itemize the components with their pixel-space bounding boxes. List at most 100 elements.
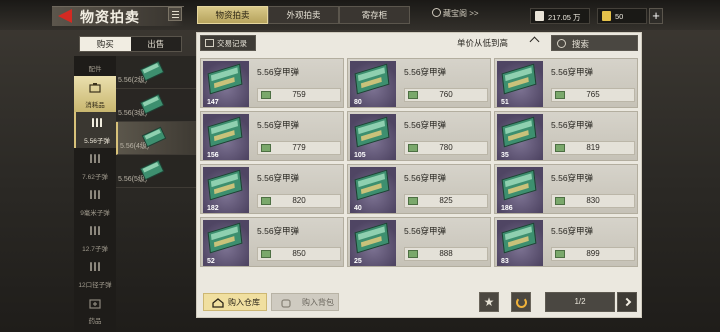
vault-icon	[432, 8, 441, 17]
bullets-icon	[91, 118, 103, 129]
buy-to-warehouse-button[interactable]: 购入仓库	[203, 293, 267, 311]
buy-to-backpack-button[interactable]: 购入背包	[271, 293, 339, 311]
grade-item[interactable]: 5.56(2级)	[116, 56, 196, 89]
item-name: 5.56穿甲弹	[404, 173, 447, 183]
price-box: 830	[551, 194, 635, 208]
item-card[interactable]: 80 5.56穿甲弹 760	[347, 58, 491, 108]
favorite-star-button[interactable]: ★	[479, 292, 499, 312]
item-name: 5.56穿甲弹	[257, 226, 300, 236]
category-list: 配件 消耗品 5.56子弹 7.62子弹 9毫米子弹 12.7子弹 12口径子弹…	[74, 56, 116, 332]
item-name: 5.56穿甲弹	[257, 120, 300, 130]
add-currency-button[interactable]: +	[649, 8, 663, 24]
item-thumbnail: 182	[203, 167, 249, 213]
price-box: 765	[551, 88, 635, 102]
item-card[interactable]: 51 5.56穿甲弹 765	[494, 58, 638, 108]
category-9mm-ammo[interactable]: 9毫米子弹	[74, 184, 116, 220]
item-card[interactable]: 40 5.56穿甲弹 825	[347, 164, 491, 214]
item-quantity: 25	[354, 258, 362, 265]
item-card[interactable]: 52 5.56穿甲弹 850	[200, 217, 344, 267]
item-price: 850	[292, 249, 306, 258]
warehouse-icon	[212, 298, 224, 308]
backpack-icon	[280, 298, 291, 308]
item-thumbnail: 105	[350, 114, 396, 160]
item-quantity: 35	[501, 152, 509, 159]
item-name: 5.56穿甲弹	[551, 120, 594, 130]
item-card[interactable]: 35 5.56穿甲弹 819	[494, 111, 638, 161]
menu-button[interactable]	[168, 7, 182, 21]
price-box: 760	[404, 88, 488, 102]
category-12gauge-ammo[interactable]: 12口径子弹	[74, 256, 116, 292]
bullets-icon	[89, 226, 101, 237]
tab-supply-auction[interactable]: 物资拍卖	[197, 6, 268, 24]
category-762-ammo[interactable]: 7.62子弹	[74, 148, 116, 184]
grade-item[interactable]: 5.56(3级)	[116, 89, 196, 122]
category-attachment[interactable]: 配件	[74, 40, 116, 76]
item-card[interactable]: 83 5.56穿甲弹 899	[494, 217, 638, 267]
vault-link[interactable]: 藏宝阁 >>	[432, 8, 479, 19]
item-card[interactable]: 25 5.56穿甲弹 888	[347, 217, 491, 267]
trade-record-button[interactable]: 交易记录	[200, 35, 256, 51]
category-label: 药品	[88, 318, 102, 325]
category-label: 9毫米子弹	[80, 210, 110, 217]
grade-item-selected[interactable]: 5.56(4级)	[116, 122, 196, 155]
item-price: 825	[439, 196, 453, 205]
tab-appearance-auction[interactable]: 外观拍卖	[268, 6, 339, 24]
buy-to-warehouse-label: 购入仓库	[228, 298, 260, 307]
category-556-ammo[interactable]: 5.56子弹	[74, 112, 116, 148]
item-thumbnail: 51	[497, 61, 543, 107]
item-card[interactable]: 182 5.56穿甲弹 820	[200, 164, 344, 214]
category-label: 12.7子弹	[82, 246, 108, 253]
item-card[interactable]: 105 5.56穿甲弹 780	[347, 111, 491, 161]
item-price: 888	[439, 249, 453, 258]
price-box: 820	[257, 194, 341, 208]
refresh-icon	[516, 297, 527, 308]
sort-dropdown[interactable]: 单价从低到高	[457, 37, 508, 49]
refresh-button[interactable]	[511, 292, 531, 312]
chevron-right-icon	[622, 297, 632, 307]
price-box: 819	[551, 141, 635, 155]
search-placeholder: 搜索	[572, 39, 590, 49]
item-price: 820	[292, 196, 306, 205]
medicine-box-icon	[89, 298, 101, 309]
item-card[interactable]: 147 5.56穿甲弹 759	[200, 58, 344, 108]
price-box: 825	[404, 194, 488, 208]
vault-label: 藏宝阁 >>	[443, 9, 479, 18]
price-box: 850	[257, 247, 341, 261]
category-medicine[interactable]: 药品	[74, 292, 116, 328]
ammo-box-icon	[207, 222, 243, 254]
category-label: 配件	[88, 66, 102, 73]
item-quantity: 51	[501, 99, 509, 106]
gold-display: 50	[597, 8, 647, 24]
item-price: 765	[586, 90, 600, 99]
back-button[interactable]	[52, 6, 80, 26]
grade-item[interactable]: 5.56(5级)	[116, 155, 196, 188]
item-quantity: 147	[207, 99, 219, 106]
money-icon	[535, 11, 544, 21]
top-tabs: 物资拍卖 外观拍卖 寄存柜	[197, 6, 410, 24]
item-thumbnail: 156	[203, 114, 249, 160]
ammo-box-icon	[207, 116, 243, 148]
tab-storage-locker[interactable]: 寄存柜	[339, 6, 410, 24]
item-quantity: 186	[501, 205, 513, 212]
item-card[interactable]: 156 5.56穿甲弹 779	[200, 111, 344, 161]
item-card[interactable]: 186 5.56穿甲弹 830	[494, 164, 638, 214]
page-title: 物资拍卖	[80, 9, 140, 25]
search-input[interactable]: 搜索	[551, 35, 638, 51]
item-name: 5.56穿甲弹	[551, 226, 594, 236]
item-price: 830	[586, 196, 600, 205]
bullets-icon	[89, 154, 101, 165]
gold-icon	[602, 11, 611, 21]
next-page-button[interactable]	[617, 292, 637, 312]
category-consumable[interactable]: 消耗品	[74, 76, 116, 112]
sell-tab[interactable]: 出售	[131, 37, 182, 51]
item-thumbnail: 83	[497, 220, 543, 266]
item-price: 819	[586, 143, 600, 152]
category-label: 7.62子弹	[82, 174, 108, 181]
ammo-box-icon	[207, 169, 243, 201]
item-name: 5.56穿甲弹	[404, 226, 447, 236]
category-127-ammo[interactable]: 12.7子弹	[74, 220, 116, 256]
price-box: 899	[551, 247, 635, 261]
ammo-box-icon	[354, 169, 390, 201]
item-quantity: 83	[501, 258, 509, 265]
ammo-box-icon	[139, 60, 165, 82]
